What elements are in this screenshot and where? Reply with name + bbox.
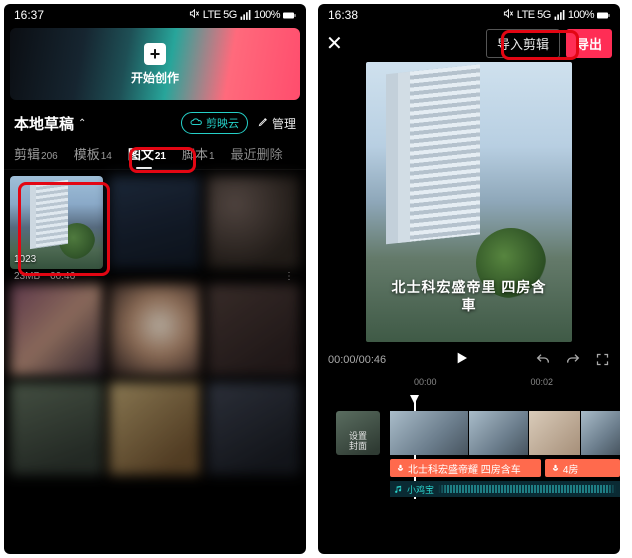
signal-icon [554, 10, 565, 21]
cloud-label: 剪映云 [206, 115, 239, 131]
thumb-1-more[interactable]: ⋮ [284, 271, 296, 282]
thumb-1-size: 23MB [14, 271, 40, 282]
battery-icon [597, 10, 610, 21]
status-net: LTE 5G [203, 9, 237, 21]
signal-icon [240, 10, 251, 21]
thumb-grid-2 [4, 282, 306, 475]
thumb-8[interactable] [109, 382, 202, 475]
export-button[interactable]: 导出 [566, 29, 612, 58]
waveform [438, 485, 616, 493]
timeline-ruler: 00:00 00:02 [318, 373, 620, 389]
battery-icon [283, 10, 296, 21]
start-create-card[interactable]: + 开始创作 [10, 28, 300, 100]
manage-label: 管理 [272, 115, 296, 132]
thumb-1-badge: 1023 [14, 254, 36, 265]
thumb-grid: 1023 [4, 170, 306, 269]
tab-tuwen[interactable]: 图文21 [128, 144, 166, 169]
status-time: 16:38 [328, 8, 358, 22]
drafts-title[interactable]: 本地草稿 [14, 113, 74, 134]
cloud-icon [190, 117, 202, 130]
status-right: LTE 5G 100% [189, 8, 296, 22]
start-create-label: 开始创作 [131, 69, 179, 86]
drafts-header: 本地草稿 ⌃ 剪映云 管理 [4, 106, 306, 140]
timeline[interactable]: 设置封面 北士科宏盛帝耀 四房含车 4房 小鸡宝 [318, 389, 620, 499]
thumb-5[interactable] [109, 284, 202, 377]
tab-template[interactable]: 模板14 [74, 144, 112, 169]
set-cover-button[interactable]: 设置封面 [336, 411, 380, 455]
caret-up-icon[interactable]: ⌃ [78, 118, 86, 129]
status-bar: 16:37 LTE 5G 100% [4, 4, 306, 26]
voice-clip-2[interactable]: 4房 [545, 459, 620, 477]
preview-caption: 北士科宏盛帝里 四房含 車 [366, 279, 572, 314]
plus-icon: + [144, 43, 166, 65]
thumb-3[interactable] [207, 176, 300, 269]
pencil-icon [258, 116, 269, 130]
tabs: 剪辑206 模板14 图文21 脚本1 最近删除 [4, 140, 306, 170]
video-clip[interactable] [581, 411, 620, 455]
import-edit-button[interactable]: 导入剪辑 [486, 29, 560, 58]
thumb-4[interactable] [10, 284, 103, 377]
status-net: LTE 5G [517, 9, 551, 21]
status-battery: 100% [568, 9, 594, 21]
thumb-9[interactable] [207, 382, 300, 475]
music-name: 小鸡宝 [407, 483, 434, 496]
status-bar: 16:38 LTE 5G 100% [318, 4, 620, 26]
video-clip[interactable] [469, 411, 528, 455]
thumb-1-duration: 00:46 [50, 271, 75, 282]
undo-button[interactable] [535, 352, 551, 368]
mute-icon [189, 8, 200, 22]
transport-row: 00:00/00:46 [318, 346, 620, 373]
manage-button[interactable]: 管理 [258, 115, 296, 132]
thumb-7[interactable] [10, 382, 103, 475]
redo-button[interactable] [565, 352, 581, 368]
video-clip[interactable] [390, 411, 468, 455]
phone-right-editor: 16:38 LTE 5G 100% ✕ 导入剪辑 导出 北士科宏盛帝里 四房含 … [318, 4, 620, 554]
thumb-1[interactable]: 1023 [10, 176, 103, 269]
music-track[interactable]: 小鸡宝 [390, 481, 620, 497]
close-button[interactable]: ✕ [326, 31, 343, 56]
video-clip[interactable] [529, 411, 580, 455]
voice-clip-1[interactable]: 北士科宏盛帝耀 四房含车 [390, 459, 541, 477]
preview-viewport[interactable]: 北士科宏盛帝里 四房含 車 [366, 62, 572, 342]
phone-left-drafts: 16:37 LTE 5G 100% + 开始创作 本地草稿 ⌃ 剪映云 [4, 4, 306, 554]
tab-clip[interactable]: 剪辑206 [14, 144, 58, 169]
tab-script[interactable]: 脚本1 [182, 144, 215, 169]
cloud-sync-button[interactable]: 剪映云 [181, 112, 248, 134]
mute-icon [503, 8, 514, 22]
video-track[interactable] [390, 411, 620, 455]
voice-track[interactable]: 北士科宏盛帝耀 四房含车 4房 [390, 459, 620, 477]
play-button[interactable] [453, 350, 469, 366]
thumb-6[interactable] [207, 284, 300, 377]
status-right: LTE 5G 100% [503, 8, 610, 22]
fullscreen-button[interactable] [595, 352, 610, 367]
status-time: 16:37 [14, 8, 44, 22]
status-battery: 100% [254, 9, 280, 21]
thumb-1-meta: 23MB 00:46 ⋮ [4, 269, 306, 282]
editor-topbar: ✕ 导入剪辑 导出 [318, 26, 620, 60]
thumb-2[interactable] [109, 176, 202, 269]
timecode: 00:00/00:46 [328, 354, 386, 366]
tab-recent-delete[interactable]: 最近删除 [231, 144, 283, 169]
